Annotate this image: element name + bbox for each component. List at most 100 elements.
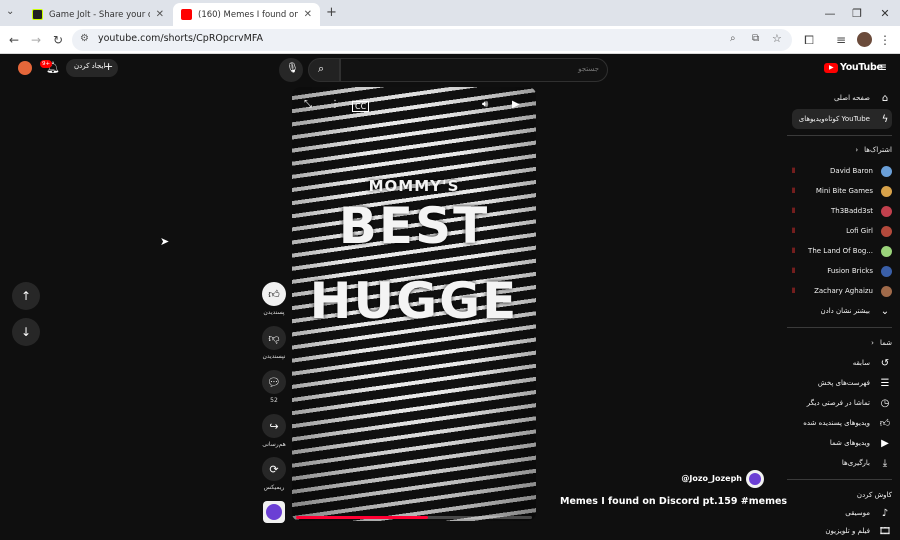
maximize-icon[interactable]: ❐: [842, 0, 872, 26]
channel-avatar-icon: [881, 205, 892, 217]
voice-search-button[interactable]: 🎙︎: [279, 58, 303, 82]
reload-icon[interactable]: ↻: [49, 31, 67, 49]
close-tab-icon[interactable]: ✕: [156, 9, 164, 20]
channel-name[interactable]: @Jozo_Jozeph: [640, 474, 742, 483]
sidebar-item-downloads[interactable]: بارگیری‌ها ⤓: [792, 454, 892, 472]
gamejolt-favicon-icon: [32, 9, 43, 20]
youtube-favicon-icon: [181, 9, 192, 20]
fullscreen-icon[interactable]: ⤡: [304, 99, 312, 110]
minimize-icon[interactable]: —: [815, 0, 845, 26]
media-controls-icon[interactable]: ≡: [832, 31, 850, 49]
sound-thumbnail[interactable]: [263, 501, 285, 523]
dislike-icon[interactable]: 👎︎: [262, 326, 286, 350]
download-icon: ⤓: [882, 457, 888, 469]
subscription-name: Zachary Aghaizu: [814, 287, 873, 295]
channel-avatar-icon: [881, 165, 892, 177]
live-indicator-icon: ⦀: [792, 186, 796, 195]
history-icon: ↺: [880, 357, 890, 369]
account-avatar[interactable]: [18, 61, 32, 75]
live-indicator-icon: ⦀: [792, 206, 796, 215]
live-indicator-icon: ⦀: [792, 266, 796, 275]
sidebar-item-subscription[interactable]: ⦀ Th3Badd3st: [792, 202, 892, 220]
chevron-down-icon: ⌄: [880, 305, 890, 317]
create-button[interactable]: ایجاد کردن +: [66, 59, 118, 77]
create-label: ایجاد کردن: [74, 62, 106, 70]
site-info-icon[interactable]: ⚙: [80, 33, 89, 44]
remix-action[interactable]: ⟳ ریمیکس: [262, 457, 286, 491]
captions-icon[interactable]: CC: [352, 101, 370, 112]
subscription-name: Th3Badd3st: [831, 207, 873, 215]
share-action[interactable]: ↪ هم‌رسانی: [262, 414, 286, 448]
chevron-left-icon: ›: [871, 339, 874, 347]
subscription-name: Fusion Bricks: [827, 267, 873, 275]
sidebar-show-more[interactable]: بیشتر نشان دادن ⌄: [792, 302, 892, 320]
sidebar-item-subscription[interactable]: ⦀ The Land Of Bog...: [792, 242, 892, 260]
remix-icon[interactable]: ⟳: [262, 457, 286, 481]
sidebar-item-subscription[interactable]: ⦀ Zachary Aghaizu: [792, 282, 892, 300]
sidebar-subscriptions-header[interactable]: › اشتراک‌ها: [792, 141, 892, 159]
sidebar-section-title: اشتراک‌ها: [864, 146, 892, 154]
sidebar-item-subscription[interactable]: ⦀ Fusion Bricks: [792, 262, 892, 280]
like-icon[interactable]: 👍︎: [262, 282, 286, 306]
sound-avatar-icon: [266, 504, 282, 520]
sidebar-item-subscription[interactable]: ⦀ Lofi Girl: [792, 222, 892, 240]
sidebar-item-liked-videos[interactable]: ویدیوهای پسندیده شده 👍︎: [792, 414, 892, 432]
tab-gamejolt[interactable]: Game Jolt - Share your creation ✕: [24, 3, 172, 26]
sidebar-item-your-videos[interactable]: ویدیوهای شما ▶: [792, 434, 892, 452]
bookmark-star-icon[interactable]: ☆: [772, 32, 782, 45]
tab-title: Game Jolt - Share your creation: [49, 9, 150, 20]
next-short-button[interactable]: ↓: [12, 318, 40, 346]
sidebar-item-playlists[interactable]: فهرست‌های پخش ☰: [792, 374, 892, 392]
sidebar-item-watch-later[interactable]: تماشا در فرصتی دیگر ◷: [792, 394, 892, 412]
playlists-icon: ☰: [880, 377, 890, 389]
search-button[interactable]: ⌕: [308, 58, 340, 82]
previous-short-button[interactable]: ↑: [12, 282, 40, 310]
sidebar-divider: [787, 135, 892, 136]
sidebar-item-history[interactable]: سابقه ↺: [792, 354, 892, 372]
comments-action[interactable]: 💬︎ 52: [262, 370, 286, 404]
channel-avatar-icon: [881, 245, 892, 257]
tab-title: (160) Memes I found on Discord: [198, 9, 298, 20]
zoom-icon[interactable]: ⌕: [730, 33, 736, 44]
comment-icon[interactable]: 💬︎: [262, 370, 286, 394]
dislike-action[interactable]: 👎︎ نپسندیدن: [262, 326, 286, 360]
back-icon[interactable]: ←: [5, 31, 23, 49]
sidebar-item-subscription[interactable]: ⦀ Mini Bite Games: [792, 182, 892, 200]
close-window-icon[interactable]: ✕: [870, 0, 900, 26]
sidebar-item-label: بیشتر نشان دادن: [820, 307, 870, 315]
share-label: هم‌رسانی: [262, 441, 286, 448]
profile-avatar[interactable]: [857, 32, 872, 47]
browser-menu-icon[interactable]: ⋮: [876, 31, 894, 49]
search-input[interactable]: جستجو: [340, 58, 608, 82]
forward-icon[interactable]: →: [27, 31, 45, 49]
sidebar-you-header[interactable]: › شما: [792, 334, 892, 352]
share-icon[interactable]: ↪: [262, 414, 286, 438]
channel-avatar-icon: [881, 265, 892, 277]
short-title[interactable]: Memes I found on Discord pt.159 #memes: [560, 496, 787, 507]
tab-search-icon[interactable]: ⌄: [6, 6, 14, 17]
channel-avatar-icon: [881, 225, 892, 237]
live-indicator-icon: ⦀: [792, 246, 796, 255]
tab-youtube[interactable]: (160) Memes I found on Discord ✕: [173, 3, 320, 26]
extensions-icon[interactable]: ⧠: [800, 31, 818, 49]
sidebar-item-shorts[interactable]: کوتاه‌ویدیوهای YouTube ϟ: [792, 109, 892, 129]
channel-avatar[interactable]: [746, 470, 764, 488]
overlay-text-line3: HUGGE: [309, 272, 519, 330]
install-icon[interactable]: ⧉: [752, 33, 759, 44]
more-options-icon[interactable]: ⋮: [330, 99, 340, 110]
subscription-name: The Land Of Bog...: [808, 247, 873, 255]
sidebar-item-music[interactable]: موسیقی ♪: [792, 504, 892, 522]
sidebar-item-subscription[interactable]: ⦀ David Baron: [792, 162, 892, 180]
sidebar-item-label: ویدیوهای شما: [829, 439, 870, 447]
like-label: پسندیدن: [263, 309, 285, 316]
short-video-player[interactable]: MOMMY'S BEST HUGGE ⤡ ⋮ CC 🔊︎ ▶: [292, 87, 536, 521]
play-icon[interactable]: ▶: [512, 99, 520, 110]
arrow-down-icon: ↓: [20, 325, 32, 339]
like-action[interactable]: 👍︎ پسندیدن: [262, 282, 286, 316]
sidebar-item-film[interactable]: فیلم و تلویزیون 🎞︎: [792, 522, 892, 540]
new-tab-icon[interactable]: +: [326, 5, 337, 20]
volume-icon[interactable]: 🔊︎: [482, 99, 488, 110]
sidebar-item-home[interactable]: صفحه اصلی ⌂: [792, 89, 892, 107]
close-tab-icon[interactable]: ✕: [304, 9, 312, 20]
address-bar[interactable]: ⚙ youtube.com/shorts/CpROpcrvMFA ⌕ ⧉ ☆: [72, 29, 792, 51]
